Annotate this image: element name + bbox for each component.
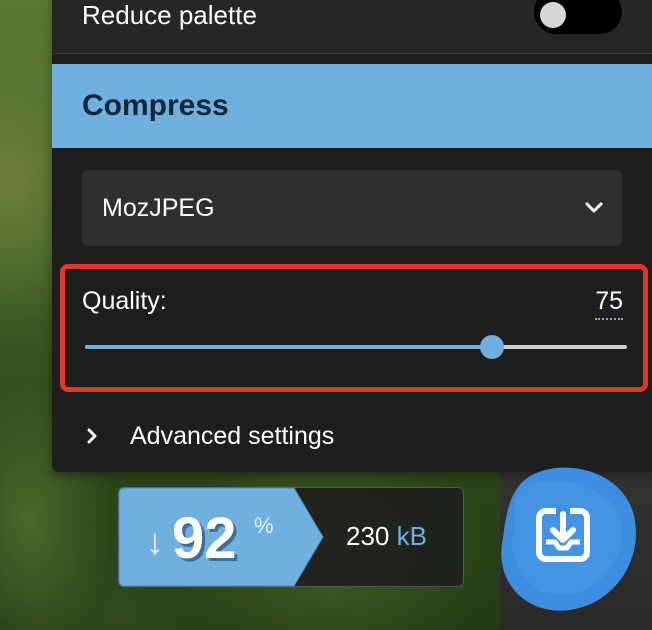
- quality-label: Quality:: [82, 287, 167, 315]
- compress-section-header: Compress: [52, 64, 652, 148]
- reduce-palette-toggle[interactable]: [534, 0, 622, 34]
- file-size-unit: kB: [396, 521, 427, 551]
- quality-slider[interactable]: [85, 335, 627, 359]
- compress-title: Compress: [82, 89, 229, 122]
- result-file-size: 230 kB: [346, 521, 427, 552]
- compression-result: ↓ 92 % 230 kB: [118, 487, 464, 587]
- compression-method-select[interactable]: MozJPEG: [82, 170, 622, 246]
- reduce-palette-row: Reduce palette: [52, 0, 652, 54]
- toggle-knob: [540, 2, 566, 28]
- download-button[interactable]: [486, 464, 638, 612]
- quality-value-input[interactable]: 75: [595, 287, 623, 320]
- reduction-arrow: ↓: [146, 521, 164, 562]
- reduce-palette-label: Reduce palette: [82, 0, 257, 30]
- file-size-value: 230: [346, 521, 390, 551]
- quality-control: Quality: 75: [60, 264, 648, 392]
- slider-fill: [85, 345, 492, 349]
- reduction-percent: 92: [172, 506, 237, 571]
- options-panel: Reduce palette Compress MozJPEG Quality:…: [52, 0, 652, 472]
- reduction-percent-unit: %: [254, 513, 274, 538]
- chevron-down-icon: [585, 202, 603, 213]
- slider-thumb[interactable]: [479, 335, 504, 359]
- compression-method-value: MozJPEG: [102, 194, 215, 222]
- advanced-settings-label: Advanced settings: [130, 422, 335, 450]
- chevron-right-icon: [87, 428, 97, 444]
- download-icon: [536, 508, 590, 562]
- advanced-settings-toggle[interactable]: Advanced settings: [82, 418, 602, 458]
